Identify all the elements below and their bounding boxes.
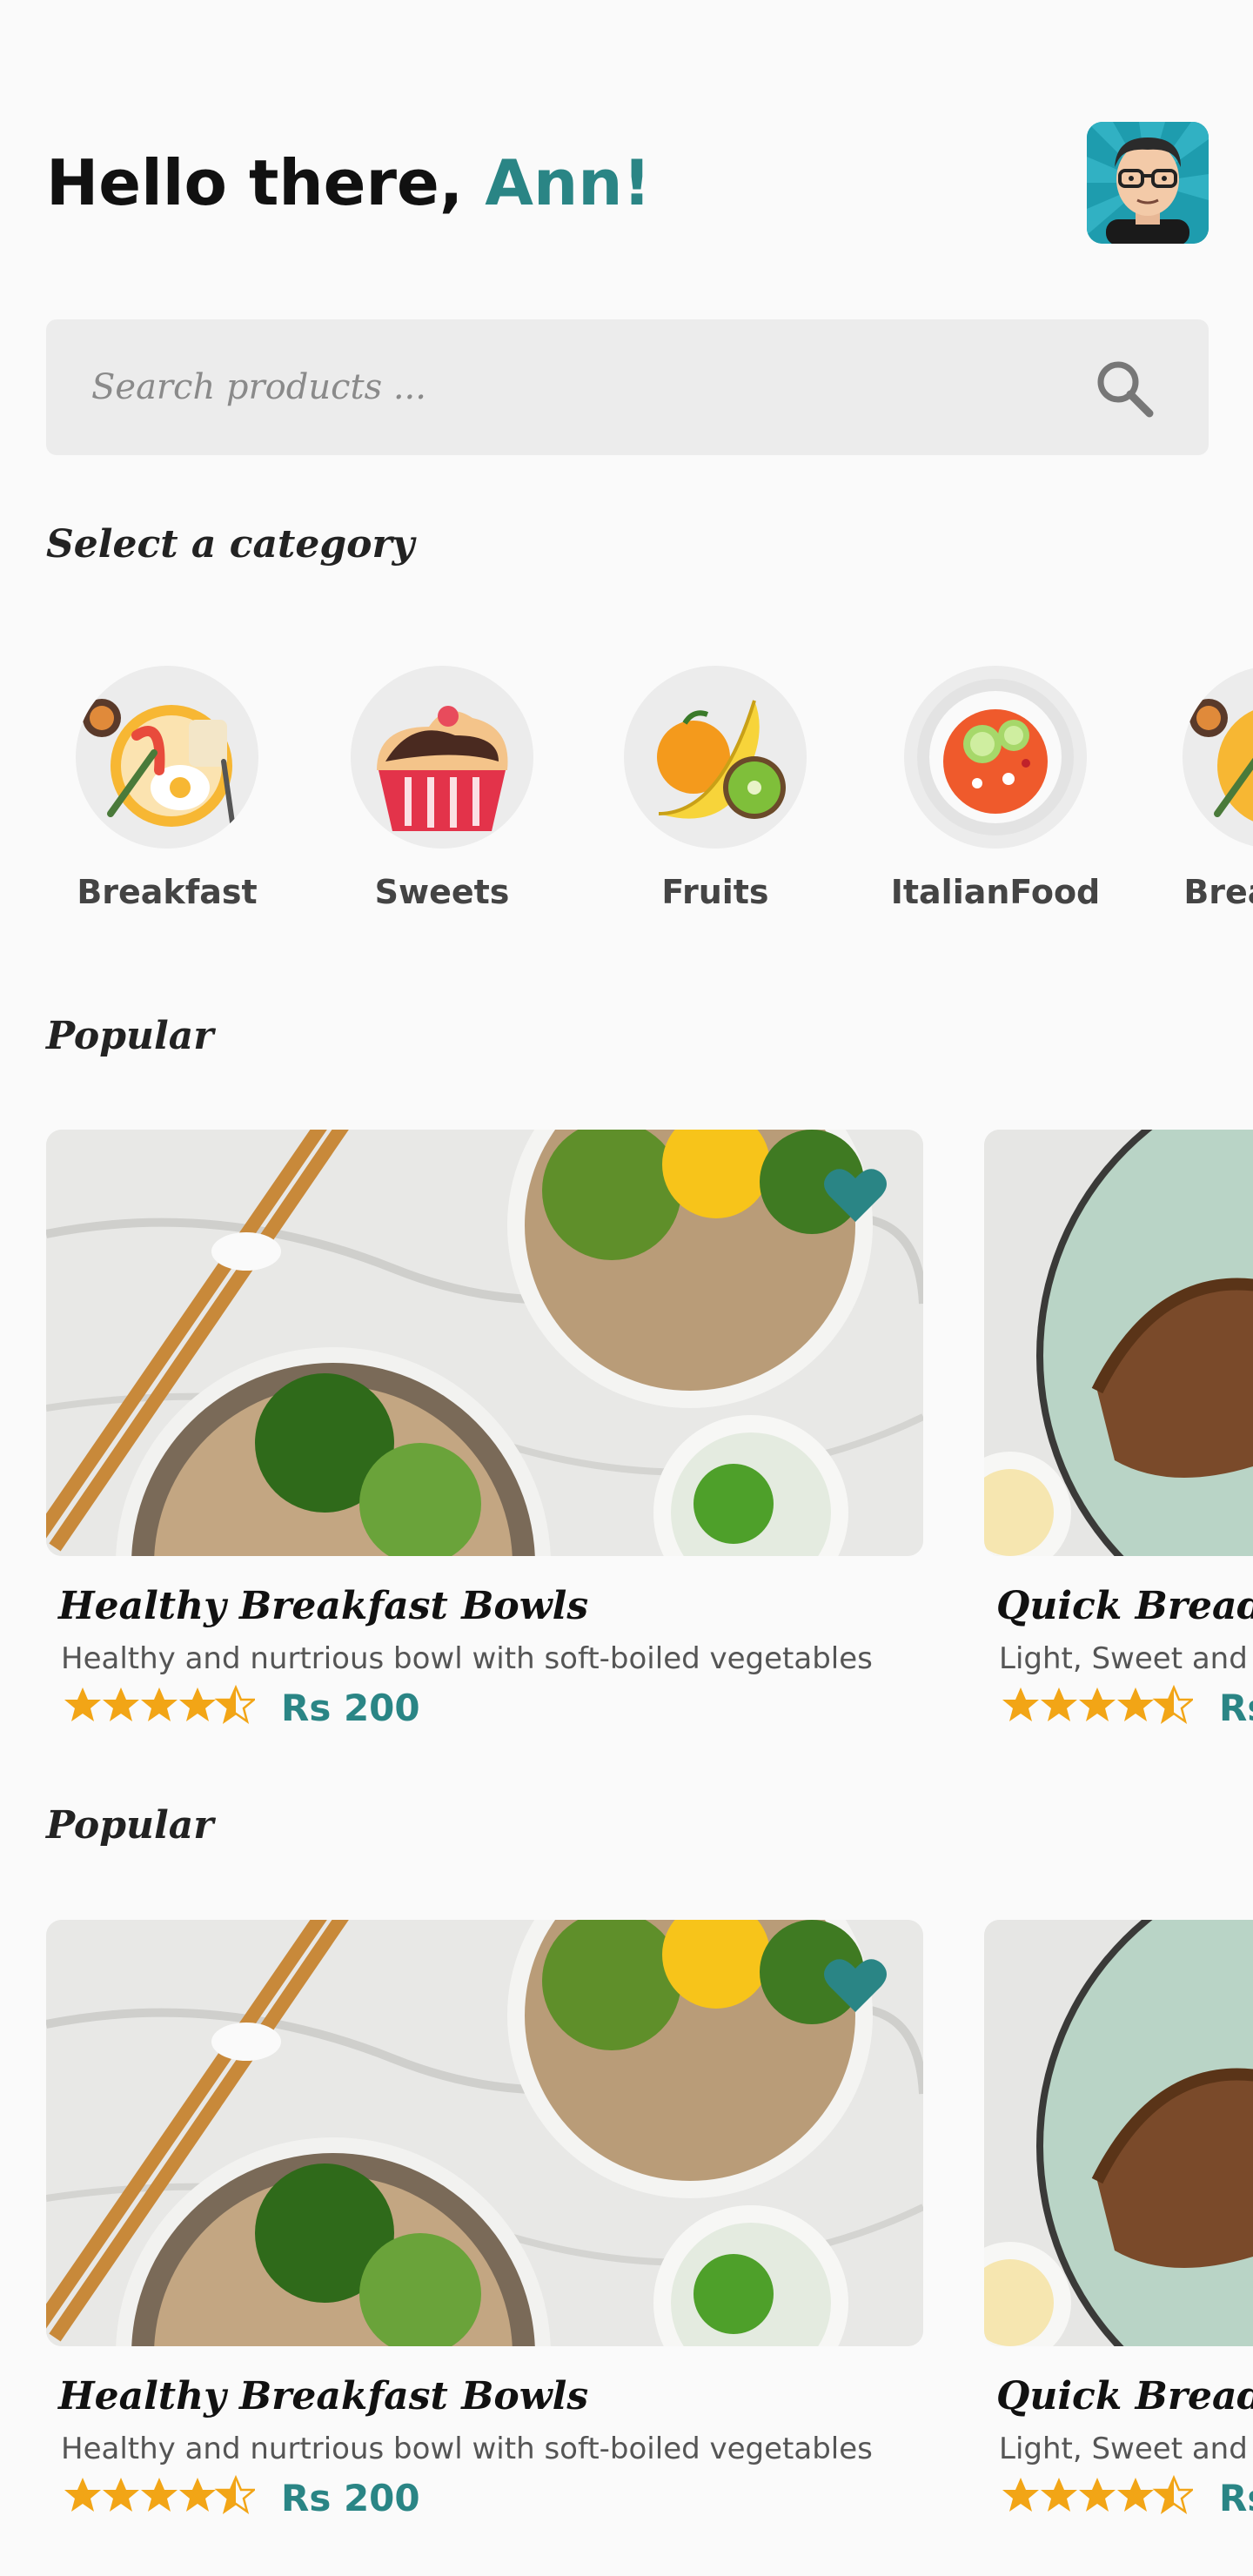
category-label: ItalianFood [890, 873, 1101, 911]
favorite-heart-icon[interactable] [822, 1955, 888, 2016]
avatar[interactable] [1087, 122, 1209, 244]
star-rating-icon [1002, 1684, 1193, 1724]
fruits-icon [624, 666, 807, 849]
popular-section-title: Popular [46, 1803, 214, 1848]
category-item-sweets[interactable]: Sweets [329, 666, 555, 911]
star-rating-icon [64, 1684, 255, 1724]
product-description: Light, Sweet and fluffy bread [999, 2432, 1253, 2466]
breakfast-icon [76, 666, 258, 849]
product-card[interactable]: Healthy Breakfast Bowls Healthy and nurt… [46, 1130, 923, 1729]
product-card[interactable]: Quick Bread Bowl Light, Sweet and fluffy… [984, 1130, 1253, 1729]
star-rating-icon [1002, 2474, 1193, 2514]
product-image [46, 1920, 923, 2346]
product-price: Rs 200 [281, 1687, 420, 1729]
category-item-fruits[interactable]: Fruits [602, 666, 828, 911]
category-item-italianfood[interactable]: ItalianFood [882, 666, 1109, 911]
product-image [984, 1920, 1253, 2346]
search-input[interactable] [91, 319, 1031, 455]
product-price: Rs 150 [1219, 1687, 1253, 1729]
product-card[interactable]: Healthy Breakfast Bowls Healthy and nurt… [46, 1920, 923, 2519]
category-label: Breakfast [77, 873, 258, 911]
category-label: Sweets [374, 873, 510, 911]
product-title: Healthy Breakfast Bowls [58, 2374, 589, 2418]
product-price: Rs 150 [1219, 2477, 1253, 2519]
favorite-heart-icon[interactable] [822, 1164, 888, 1225]
search-icon[interactable] [1092, 356, 1158, 422]
product-description: Healthy and nurtrious bowl with soft-boi… [61, 1641, 873, 1676]
italian-food-icon [904, 666, 1087, 849]
product-description: Healthy and nurtrious bowl with soft-boi… [61, 2432, 873, 2466]
breakfast-icon [1183, 666, 1253, 849]
search-bar [46, 319, 1209, 455]
greeting-prefix: Hello there, [46, 146, 486, 219]
popular-carousel: Healthy Breakfast Bowls Healthy and nurt… [0, 1920, 1253, 2546]
cupcake-icon [351, 666, 533, 849]
star-rating-icon [64, 2474, 255, 2514]
product-card[interactable]: Quick Bread Bowl Light, Sweet and fluffy… [984, 1920, 1253, 2519]
user-name: Ann! [485, 146, 652, 219]
category-item-breakfast[interactable]: Breakfast [54, 666, 280, 911]
product-image [46, 1130, 923, 1556]
category-section-title: Select a category [46, 522, 415, 567]
product-title: Quick Bread Bowl [996, 2374, 1253, 2418]
avatar-face-icon [1087, 122, 1209, 244]
category-label: Breakfast [1183, 873, 1253, 911]
product-price: Rs 200 [281, 2477, 420, 2519]
category-item-breakfast-2[interactable]: Breakfast [1161, 666, 1253, 911]
greeting-title: Hello there, Ann! [46, 151, 651, 214]
popular-section-title: Popular [46, 1014, 214, 1058]
product-title: Quick Bread Bowl [996, 1584, 1253, 1628]
header: Hello there, Ann! [46, 122, 1209, 270]
product-image [984, 1130, 1253, 1556]
category-label: Fruits [661, 873, 769, 911]
product-title: Healthy Breakfast Bowls [58, 1584, 589, 1628]
popular-carousel: Healthy Breakfast Bowls Healthy and nurt… [0, 1130, 1253, 1756]
category-list: Breakfast Sweets Fruits ItalianFood Bre [0, 666, 1253, 927]
product-description: Light, Sweet and fluffy bread [999, 1641, 1253, 1676]
